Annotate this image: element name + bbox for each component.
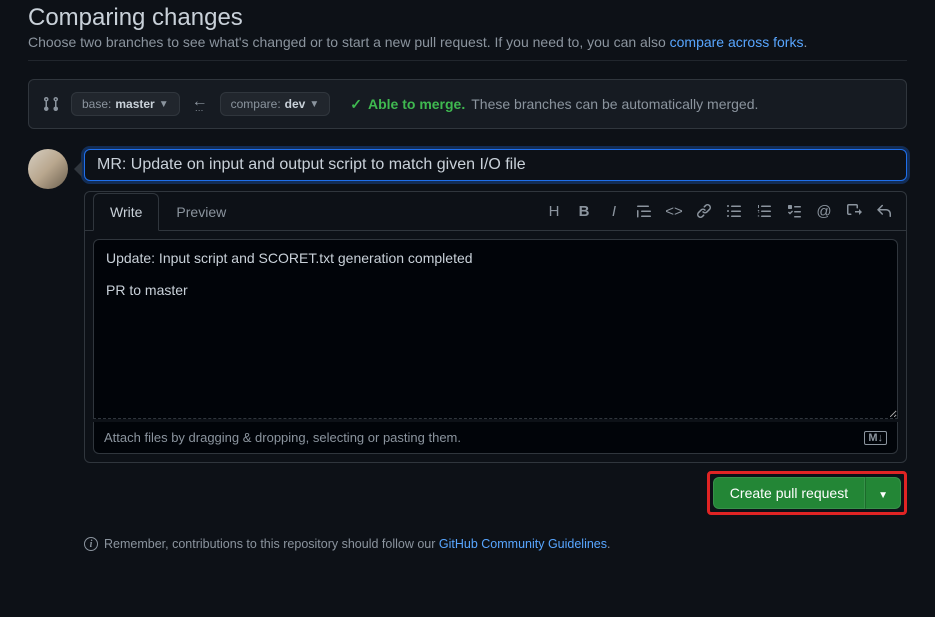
footer-note: i Remember, contributions to this reposi… [84, 537, 907, 551]
pr-title-input[interactable] [84, 149, 907, 181]
merge-detail-text: These branches can be automatically merg… [471, 96, 758, 112]
bullet-list-icon[interactable] [726, 203, 742, 220]
comment-box: Write Preview H B I <> [84, 191, 907, 463]
merge-status-text: Able to merge. [368, 96, 465, 112]
git-compare-icon [43, 96, 59, 112]
bold-icon[interactable]: B [576, 203, 592, 220]
chevron-down-icon: ▼ [159, 99, 169, 110]
arrow-left-icon: ←… [192, 97, 208, 112]
compare-branch-button[interactable]: compare: dev ▼ [220, 92, 331, 116]
highlight-annotation: Create pull request ▼ [707, 471, 907, 515]
base-name: master [115, 97, 154, 111]
check-icon: ✓ [350, 96, 362, 113]
markdown-icon[interactable]: M↓ [864, 431, 887, 445]
info-icon: i [84, 537, 98, 551]
markdown-toolbar: H B I <> [540, 195, 898, 228]
tab-preview[interactable]: Preview [159, 193, 243, 231]
chevron-down-icon: ▼ [878, 490, 888, 501]
heading-icon[interactable]: H [546, 203, 562, 220]
create-pull-request-dropdown[interactable]: ▼ [865, 477, 901, 509]
compare-label: compare: [231, 97, 281, 111]
attach-hint-text: Attach files by dragging & dropping, sel… [104, 430, 461, 445]
merge-status: ✓ Able to merge. These branches can be a… [350, 96, 758, 113]
base-label: base: [82, 97, 111, 111]
subtitle-text: Choose two branches to see what's change… [28, 34, 670, 50]
chevron-down-icon: ▼ [309, 99, 319, 110]
footer-after: . [607, 537, 610, 551]
task-list-icon[interactable] [786, 203, 802, 220]
footer-before: Remember, contributions to this reposito… [104, 537, 439, 551]
subtitle-after: . [803, 34, 807, 50]
link-icon[interactable] [696, 203, 712, 220]
code-icon[interactable]: <> [666, 203, 682, 220]
avatar[interactable] [28, 149, 68, 189]
attach-file-area[interactable]: Attach files by dragging & dropping, sel… [93, 422, 898, 454]
quote-icon[interactable] [636, 203, 652, 220]
mention-icon[interactable]: @ [816, 203, 832, 220]
numbered-list-icon[interactable] [756, 203, 772, 220]
pr-body-textarea[interactable] [93, 239, 898, 419]
compare-forks-link[interactable]: compare across forks [670, 34, 804, 50]
tab-write[interactable]: Write [93, 193, 159, 231]
italic-icon[interactable]: I [606, 203, 622, 220]
compare-name: dev [285, 97, 306, 111]
page-subtitle: Choose two branches to see what's change… [28, 34, 907, 50]
create-pull-request-button[interactable]: Create pull request [713, 477, 865, 509]
base-branch-button[interactable]: base: master ▼ [71, 92, 180, 116]
page-title: Comparing changes [28, 4, 907, 32]
cross-reference-icon[interactable] [846, 203, 862, 220]
reply-icon[interactable] [876, 203, 892, 220]
community-guidelines-link[interactable]: GitHub Community Guidelines [439, 537, 607, 551]
branch-selection-bar: base: master ▼ ←… compare: dev ▼ ✓ Able … [28, 79, 907, 129]
